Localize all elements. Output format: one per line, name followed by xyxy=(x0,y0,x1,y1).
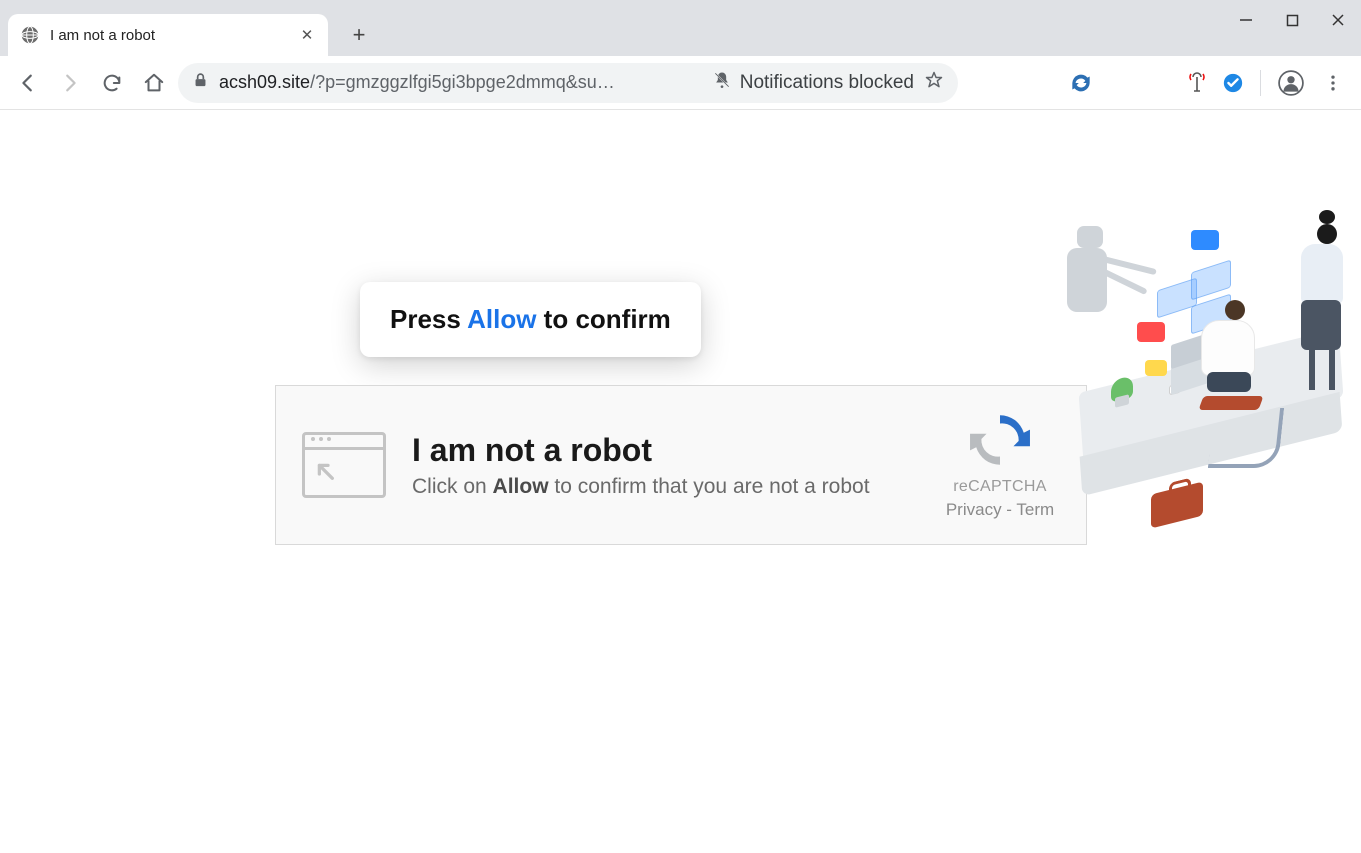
recaptcha-icon xyxy=(969,456,1031,473)
tab-title: I am not a robot xyxy=(50,27,288,44)
bell-off-icon xyxy=(712,70,732,96)
captcha-headline: I am not a robot xyxy=(412,432,914,469)
toolbar-divider xyxy=(1260,70,1261,96)
browser-window-icon xyxy=(302,432,386,498)
window-close-button[interactable] xyxy=(1315,0,1361,40)
window-titlebar: I am not a robot ✕ + xyxy=(0,0,1361,56)
extension-refresh-icon[interactable] xyxy=(1066,68,1096,98)
close-tab-icon[interactable]: ✕ xyxy=(298,26,316,44)
captcha-subline: Click on Allow to confirm that you are n… xyxy=(412,475,914,499)
forward-button[interactable] xyxy=(52,65,88,101)
tooltip-suffix: to confirm xyxy=(536,304,670,334)
page-content: Press Allow to confirm I am not a robot … xyxy=(0,110,1361,853)
tooltip-prefix: Press xyxy=(390,304,467,334)
window-maximize-button[interactable] xyxy=(1269,0,1315,40)
lock-icon xyxy=(192,72,209,94)
notifications-blocked-chip[interactable]: Notifications blocked xyxy=(712,70,914,96)
browser-toolbar: acsh09.site/?p=gmzggzlfgi5gi3bpge2dmmq&s… xyxy=(0,56,1361,110)
new-tab-button[interactable]: + xyxy=(342,18,376,52)
extension-check-icon[interactable] xyxy=(1218,68,1248,98)
window-controls xyxy=(1223,0,1361,40)
extension-antenna-icon[interactable] xyxy=(1182,68,1212,98)
fake-captcha-box: I am not a robot Click on Allow to confi… xyxy=(275,385,1087,545)
profile-button[interactable] xyxy=(1273,65,1309,101)
tooltip-allow-word: Allow xyxy=(467,304,536,334)
bookmark-star-icon[interactable] xyxy=(924,70,944,95)
press-allow-tooltip: Press Allow to confirm xyxy=(360,282,701,357)
captcha-text: I am not a robot Click on Allow to confi… xyxy=(412,432,914,499)
notifications-blocked-label: Notifications blocked xyxy=(740,72,914,94)
home-button[interactable] xyxy=(136,65,172,101)
url-text: acsh09.site/?p=gmzggzlfgi5gi3bpge2dmmq&s… xyxy=(219,72,702,93)
globe-icon xyxy=(20,25,40,45)
recaptcha-badge: reCAPTCHA Privacy - Term xyxy=(940,411,1060,520)
browser-tab[interactable]: I am not a robot ✕ xyxy=(8,14,328,56)
back-button[interactable] xyxy=(10,65,46,101)
office-illustration xyxy=(1061,210,1351,530)
reload-button[interactable] xyxy=(94,65,130,101)
address-bar[interactable]: acsh09.site/?p=gmzggzlfgi5gi3bpge2dmmq&s… xyxy=(178,63,958,103)
recaptcha-brand: reCAPTCHA xyxy=(940,478,1060,496)
window-minimize-button[interactable] xyxy=(1223,0,1269,40)
recaptcha-links[interactable]: Privacy - Term xyxy=(940,500,1060,520)
kebab-menu-button[interactable] xyxy=(1315,65,1351,101)
